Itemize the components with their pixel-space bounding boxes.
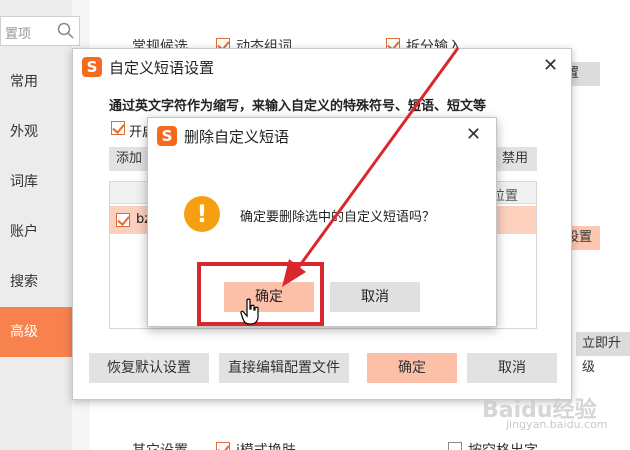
hand-cursor-icon (240, 298, 259, 325)
annotation-arrow-icon (282, 47, 460, 287)
watermark-url: jingyan.baidu.com (506, 418, 608, 431)
